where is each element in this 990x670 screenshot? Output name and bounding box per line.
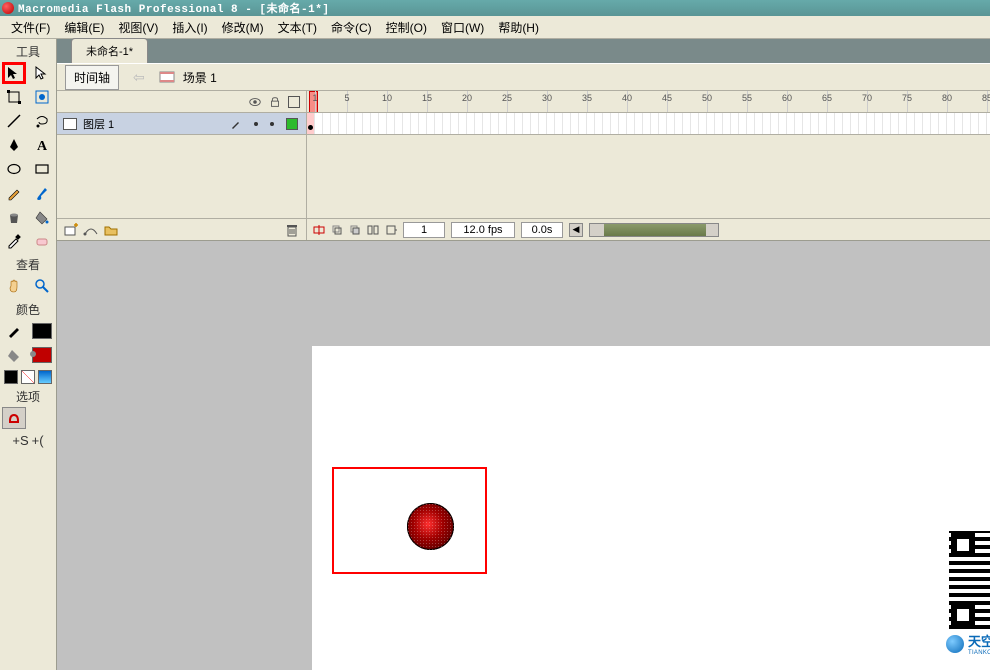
lasso-tool[interactable] xyxy=(30,110,54,132)
current-frame-field: 1 xyxy=(403,222,445,238)
scroll-left-button[interactable]: ◀ xyxy=(569,223,583,237)
menu-modify[interactable]: 修改(M) xyxy=(215,16,271,39)
lock-icon[interactable] xyxy=(268,95,282,109)
frame-row[interactable] xyxy=(307,113,990,135)
default-colors-button[interactable] xyxy=(4,370,18,384)
menu-edit[interactable]: 编辑(E) xyxy=(57,16,111,39)
menu-file[interactable]: 文件(F) xyxy=(4,16,57,39)
toolbox-section-colors: 颜色 xyxy=(2,301,54,318)
svg-text:A: A xyxy=(37,139,48,153)
gradient-transform-tool[interactable] xyxy=(30,86,54,108)
toolbox-section-view: 查看 xyxy=(2,256,54,273)
layer-outline-swatch[interactable] xyxy=(286,118,298,130)
menu-bar: 文件(F) 编辑(E) 视图(V) 插入(I) 修改(M) 文本(T) 命令(C… xyxy=(0,16,990,39)
menu-control[interactable]: 控制(O) xyxy=(379,16,434,39)
menu-window[interactable]: 窗口(W) xyxy=(434,16,491,39)
layer-icon xyxy=(63,118,77,130)
title-bar: Macromedia Flash Professional 8 - [未命名-1… xyxy=(0,0,990,16)
eraser-tool[interactable] xyxy=(30,230,54,252)
paint-bucket-tool[interactable] xyxy=(30,206,54,228)
eyedropper-tool[interactable] xyxy=(2,230,26,252)
straighten-option-icon[interactable]: +( xyxy=(32,433,44,448)
smooth-option-icon[interactable]: +S xyxy=(12,433,28,448)
watermark-globe-icon xyxy=(946,635,964,653)
toolbox: 工具 A 查看 颜色 xyxy=(0,39,57,670)
timeline-scrollbar[interactable] xyxy=(589,223,719,237)
watermark-brand-cn: 天空蓝 xyxy=(968,634,990,649)
watermark-brand-en: TIANKONGLAN xyxy=(968,650,990,656)
toolbox-section-tools: 工具 xyxy=(2,43,54,60)
selection-tool[interactable] xyxy=(2,62,26,84)
menu-insert[interactable]: 插入(I) xyxy=(165,16,214,39)
onion-skin-icon[interactable] xyxy=(331,224,343,236)
document-tab-bar: 未命名-1* xyxy=(57,39,990,63)
layer-name[interactable]: 图层 1 xyxy=(83,116,114,132)
add-layer-icon[interactable] xyxy=(63,222,79,238)
free-transform-tool[interactable] xyxy=(2,86,26,108)
timeline-toggle-button[interactable]: 时间轴 xyxy=(65,65,119,90)
scene-bar: 时间轴 ⇦ 场景 1 xyxy=(57,63,990,91)
timeline-ruler[interactable]: 151015202530354045505560657075808590 xyxy=(307,91,990,113)
app-icon xyxy=(2,2,14,14)
pencil-tool[interactable] xyxy=(2,182,26,204)
window-title: Macromedia Flash Professional 8 - [未命名-1… xyxy=(18,0,329,16)
layer-panel: 图层 1 xyxy=(57,91,307,240)
no-color-button[interactable] xyxy=(21,370,35,384)
option-placeholder xyxy=(30,407,54,429)
layer-vis-dot[interactable] xyxy=(254,122,258,126)
toolbox-section-options: 选项 xyxy=(2,388,54,405)
qr-code xyxy=(949,531,990,629)
brush-tool[interactable] xyxy=(30,182,54,204)
pen-tool[interactable] xyxy=(2,134,26,156)
layer-active-pencil-icon xyxy=(230,118,242,130)
menu-view[interactable]: 视图(V) xyxy=(111,16,165,39)
fill-color-swatch[interactable] xyxy=(30,344,54,366)
swap-colors-button[interactable] xyxy=(38,370,52,384)
subselection-tool[interactable] xyxy=(30,62,54,84)
eye-icon[interactable] xyxy=(248,95,262,109)
text-tool[interactable]: A xyxy=(30,134,54,156)
oval-tool[interactable] xyxy=(2,158,26,180)
edit-multiple-frames-icon[interactable] xyxy=(367,224,379,236)
fps-field: 12.0 fps xyxy=(451,222,515,238)
delete-layer-icon[interactable] xyxy=(284,222,300,238)
back-arrow-icon[interactable]: ⇦ xyxy=(127,69,151,86)
add-motion-guide-icon[interactable] xyxy=(83,222,99,238)
layer-row[interactable]: 图层 1 xyxy=(57,113,306,135)
outline-icon[interactable] xyxy=(288,96,300,108)
frames-panel: 151015202530354045505560657075808590 1 1… xyxy=(307,91,990,240)
menu-help[interactable]: 帮助(H) xyxy=(491,16,546,39)
fill-color-icon xyxy=(2,344,26,366)
drawn-oval-shape[interactable] xyxy=(407,503,454,550)
watermark: 天空蓝动漫星空 TIANKONGLAN xyxy=(946,531,990,656)
zoom-tool[interactable] xyxy=(30,275,54,297)
hand-tool[interactable] xyxy=(2,275,26,297)
center-frame-icon[interactable] xyxy=(313,224,325,236)
stroke-color-icon xyxy=(2,320,26,342)
stage-area[interactable]: 天空蓝动漫星空 TIANKONGLAN xyxy=(57,241,990,670)
timeline-panel: 图层 1 xyxy=(57,91,990,241)
menu-text[interactable]: 文本(T) xyxy=(271,16,324,39)
layer-lock-dot[interactable] xyxy=(270,122,274,126)
line-tool[interactable] xyxy=(2,110,26,132)
snap-to-objects-option[interactable] xyxy=(2,407,26,429)
modify-onion-markers-icon[interactable] xyxy=(385,224,397,236)
add-folder-icon[interactable] xyxy=(103,222,119,238)
menu-commands[interactable]: 命令(C) xyxy=(324,16,379,39)
rectangle-tool[interactable] xyxy=(30,158,54,180)
scene-icon xyxy=(159,69,175,85)
scene-name[interactable]: 场景 1 xyxy=(183,69,217,86)
elapsed-time-field: 0.0s xyxy=(521,222,563,238)
ink-bottle-tool[interactable] xyxy=(2,206,26,228)
onion-skin-outlines-icon[interactable] xyxy=(349,224,361,236)
stroke-color-swatch[interactable] xyxy=(30,320,54,342)
document-tab[interactable]: 未命名-1* xyxy=(71,38,148,63)
